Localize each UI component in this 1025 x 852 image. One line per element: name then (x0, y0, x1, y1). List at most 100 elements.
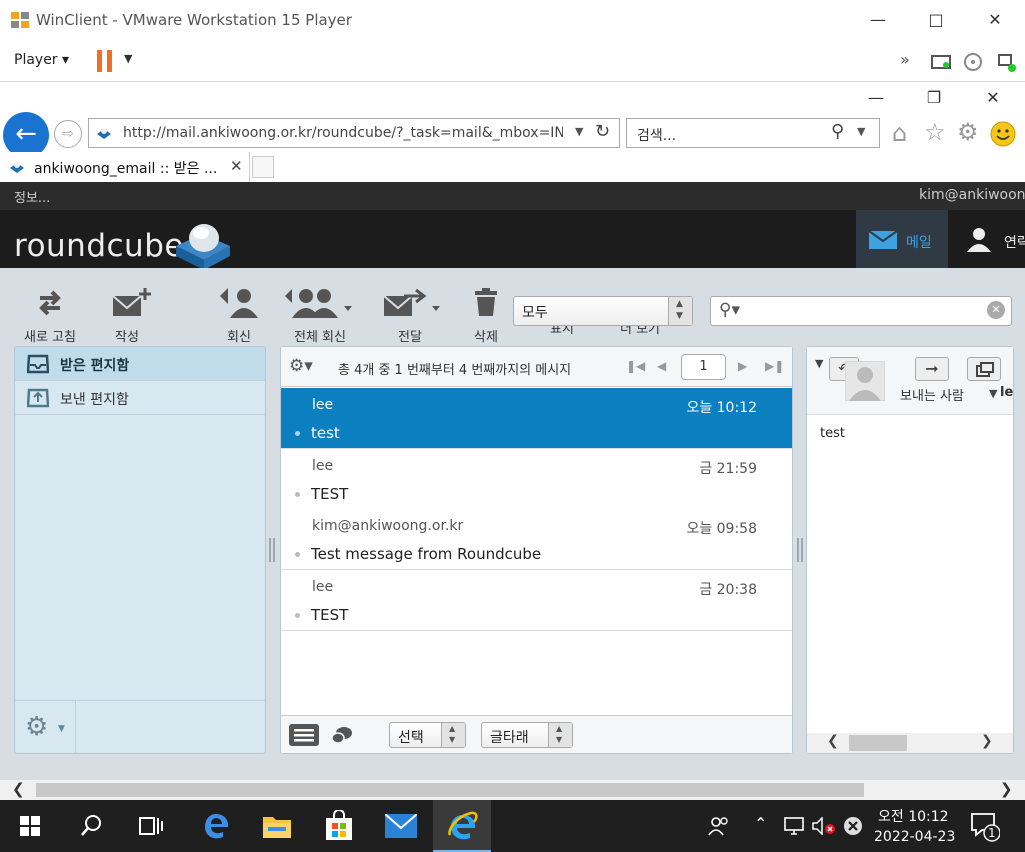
message-subject: Test message from Roundcube (311, 545, 542, 563)
message-count-text: 총 4개 중 1 번째부터 4 번째까지의 메시지 (338, 363, 572, 378)
show-hidden-icons-icon[interactable]: ⌃ (754, 814, 767, 833)
reply-all-label: 전체 회신 (294, 330, 346, 345)
pause-icon[interactable] (97, 50, 102, 72)
sender-dropdown-icon[interactable]: ▼ (989, 387, 997, 400)
message-row[interactable]: lee 금 20:38 TEST (281, 570, 792, 631)
list-view-icon[interactable] (289, 724, 319, 746)
list-options-gear-icon[interactable]: ⚙▾ (289, 356, 313, 376)
page-scroll-right-icon[interactable]: ❯ (1000, 780, 1013, 798)
windows-taskbar: ⌃ 오전 10:12 2022-04-23 1 (0, 800, 1025, 852)
refresh-icon[interactable]: ↻ (595, 121, 610, 142)
message-row[interactable]: lee 금 21:59 TEST (281, 449, 792, 510)
nav-mail[interactable]: 메일 (856, 210, 948, 268)
maximize-icon[interactable]: □ (924, 8, 948, 32)
threads-view-icon[interactable] (331, 725, 353, 745)
taskbar-search-icon[interactable] (80, 814, 102, 838)
task-view-icon[interactable] (139, 816, 163, 836)
folder-settings-gear-icon[interactable]: ⚙ (25, 712, 48, 742)
user-email: kim@ankiwoong (919, 187, 1025, 203)
mail-search-input[interactable]: ⚲▾ ✕ (710, 296, 1012, 326)
network-icon[interactable] (996, 52, 1018, 74)
clock-date[interactable]: 2022-04-23 (874, 829, 955, 845)
search-icon[interactable]: ⚲ (831, 121, 844, 142)
windows-start-icon[interactable] (20, 816, 40, 836)
page-number-input[interactable]: 1 (681, 354, 726, 380)
settings-gear-icon[interactable]: ⚙ (957, 118, 979, 146)
address-dropdown-icon[interactable]: ▼ (575, 125, 583, 138)
open-in-window-icon[interactable] (967, 357, 1001, 381)
tab-roundcube[interactable]: ankiwoong_email :: 받은 ... ✕ (0, 152, 250, 182)
page-scroll-left-icon[interactable]: ❮ (12, 780, 25, 798)
player-menu[interactable]: Player ▾ (14, 52, 69, 68)
favorites-icon[interactable]: ☆ (924, 118, 946, 146)
preview-forward-icon[interactable]: ➞ (915, 357, 949, 381)
rc-topline: 정보... kim@ankiwoong (0, 182, 1025, 210)
forward-icon[interactable]: ⇨ (54, 120, 82, 148)
forward-button[interactable]: 전달 (378, 276, 442, 345)
ie-minimize-icon[interactable]: — (864, 86, 888, 110)
people-icon[interactable] (708, 816, 730, 836)
clock-time[interactable]: 오전 10:12 (878, 806, 949, 826)
close-icon[interactable]: ✕ (983, 8, 1007, 32)
splitter-right[interactable] (797, 538, 803, 562)
message-list-footer: 선택 ▲ ▼ 글타래 ▲ ▼ (281, 715, 792, 753)
preview-scroll-thumb[interactable] (849, 735, 907, 751)
folder-sent[interactable]: 보낸 편지함 (15, 381, 265, 415)
reply-button[interactable]: 회신 (210, 276, 268, 345)
scroll-right-icon[interactable]: ❯ (981, 733, 993, 749)
next-page-icon[interactable]: ▶ (738, 359, 747, 373)
search-dropdown-icon[interactable]: ▼ (857, 125, 865, 138)
filter-value: 모두 (522, 305, 548, 321)
page-hscrollbar[interactable]: ❮ ❯ (0, 780, 1025, 800)
smiley-feedback-icon[interactable] (989, 120, 1017, 148)
refresh-button[interactable]: 새로 고침 (18, 276, 82, 345)
file-explorer-icon[interactable] (262, 813, 292, 839)
select-dropdown[interactable]: 선택 ▲ ▼ (389, 722, 466, 748)
about-link[interactable]: 정보... (14, 187, 50, 206)
address-input[interactable]: http://mail.ankiwoong.or.kr/roundcube/?_… (88, 118, 620, 148)
player-menu-label: Player (14, 52, 58, 68)
reply-all-button[interactable]: 전체 회신 (282, 276, 358, 345)
tab-close-icon[interactable]: ✕ (230, 157, 243, 175)
ie-taskbar-button[interactable] (433, 800, 491, 852)
new-tab-button[interactable] (252, 156, 274, 178)
cd-icon[interactable] (963, 52, 983, 72)
folder-sent-label: 보낸 편지함 (60, 392, 129, 408)
message-from: kim@ankiwoong.or.kr (312, 518, 464, 534)
error-status-icon[interactable] (843, 816, 863, 836)
pause-dropdown-icon[interactable]: ▼ (124, 52, 132, 65)
volume-muted-icon[interactable] (812, 817, 836, 835)
threads-dropdown[interactable]: 글타래 ▲ ▼ (481, 722, 573, 748)
preview-hscrollbar[interactable]: ❮ ❯ (807, 733, 1013, 753)
folder-settings-dropdown-icon[interactable]: ▼ (58, 724, 65, 734)
ie-search-input[interactable]: 검색... ⚲ ▼ (626, 118, 880, 148)
ie-restore-icon[interactable]: ❐ (922, 86, 946, 110)
clear-search-icon[interactable]: ✕ (987, 301, 1005, 319)
last-page-icon[interactable]: ▶❚ (765, 359, 784, 373)
message-row[interactable]: kim@ankiwoong.or.kr 오늘 09:58 Test messag… (281, 509, 792, 570)
header-toggle-icon[interactable]: ▼ (815, 357, 823, 370)
roundcube-logo[interactable]: roundcube (14, 228, 184, 264)
folder-inbox[interactable]: 받은 편지함 (15, 347, 265, 381)
network-status-icon[interactable] (783, 817, 805, 835)
delete-button[interactable]: 삭제 (464, 276, 508, 345)
message-row[interactable]: lee 오늘 10:12 test (281, 388, 792, 449)
mail-app-icon[interactable] (385, 814, 417, 838)
more-devices-icon[interactable]: » (900, 50, 910, 69)
first-page-icon[interactable]: ❚◀ (626, 359, 645, 373)
mail-search-icon[interactable]: ⚲▾ (719, 300, 740, 320)
filter-select[interactable]: 모두 ▲ ▼ (513, 296, 693, 326)
prev-page-icon[interactable]: ◀ (657, 359, 666, 373)
select-arrows-icon: ▲ ▼ (548, 723, 572, 747)
hdd-icon[interactable] (930, 52, 952, 72)
minimize-icon[interactable]: — (866, 8, 890, 32)
edge-browser-icon[interactable] (202, 812, 230, 840)
page-scroll-thumb[interactable] (36, 783, 864, 797)
compose-button[interactable]: 작성 (97, 276, 157, 345)
ie-close-icon[interactable]: ✕ (981, 86, 1005, 110)
contacts-person-icon (967, 228, 991, 252)
home-icon[interactable]: ⌂ (892, 119, 907, 147)
store-icon[interactable] (324, 810, 354, 842)
scroll-left-icon[interactable]: ❮ (827, 733, 839, 749)
splitter-left[interactable] (269, 538, 275, 562)
